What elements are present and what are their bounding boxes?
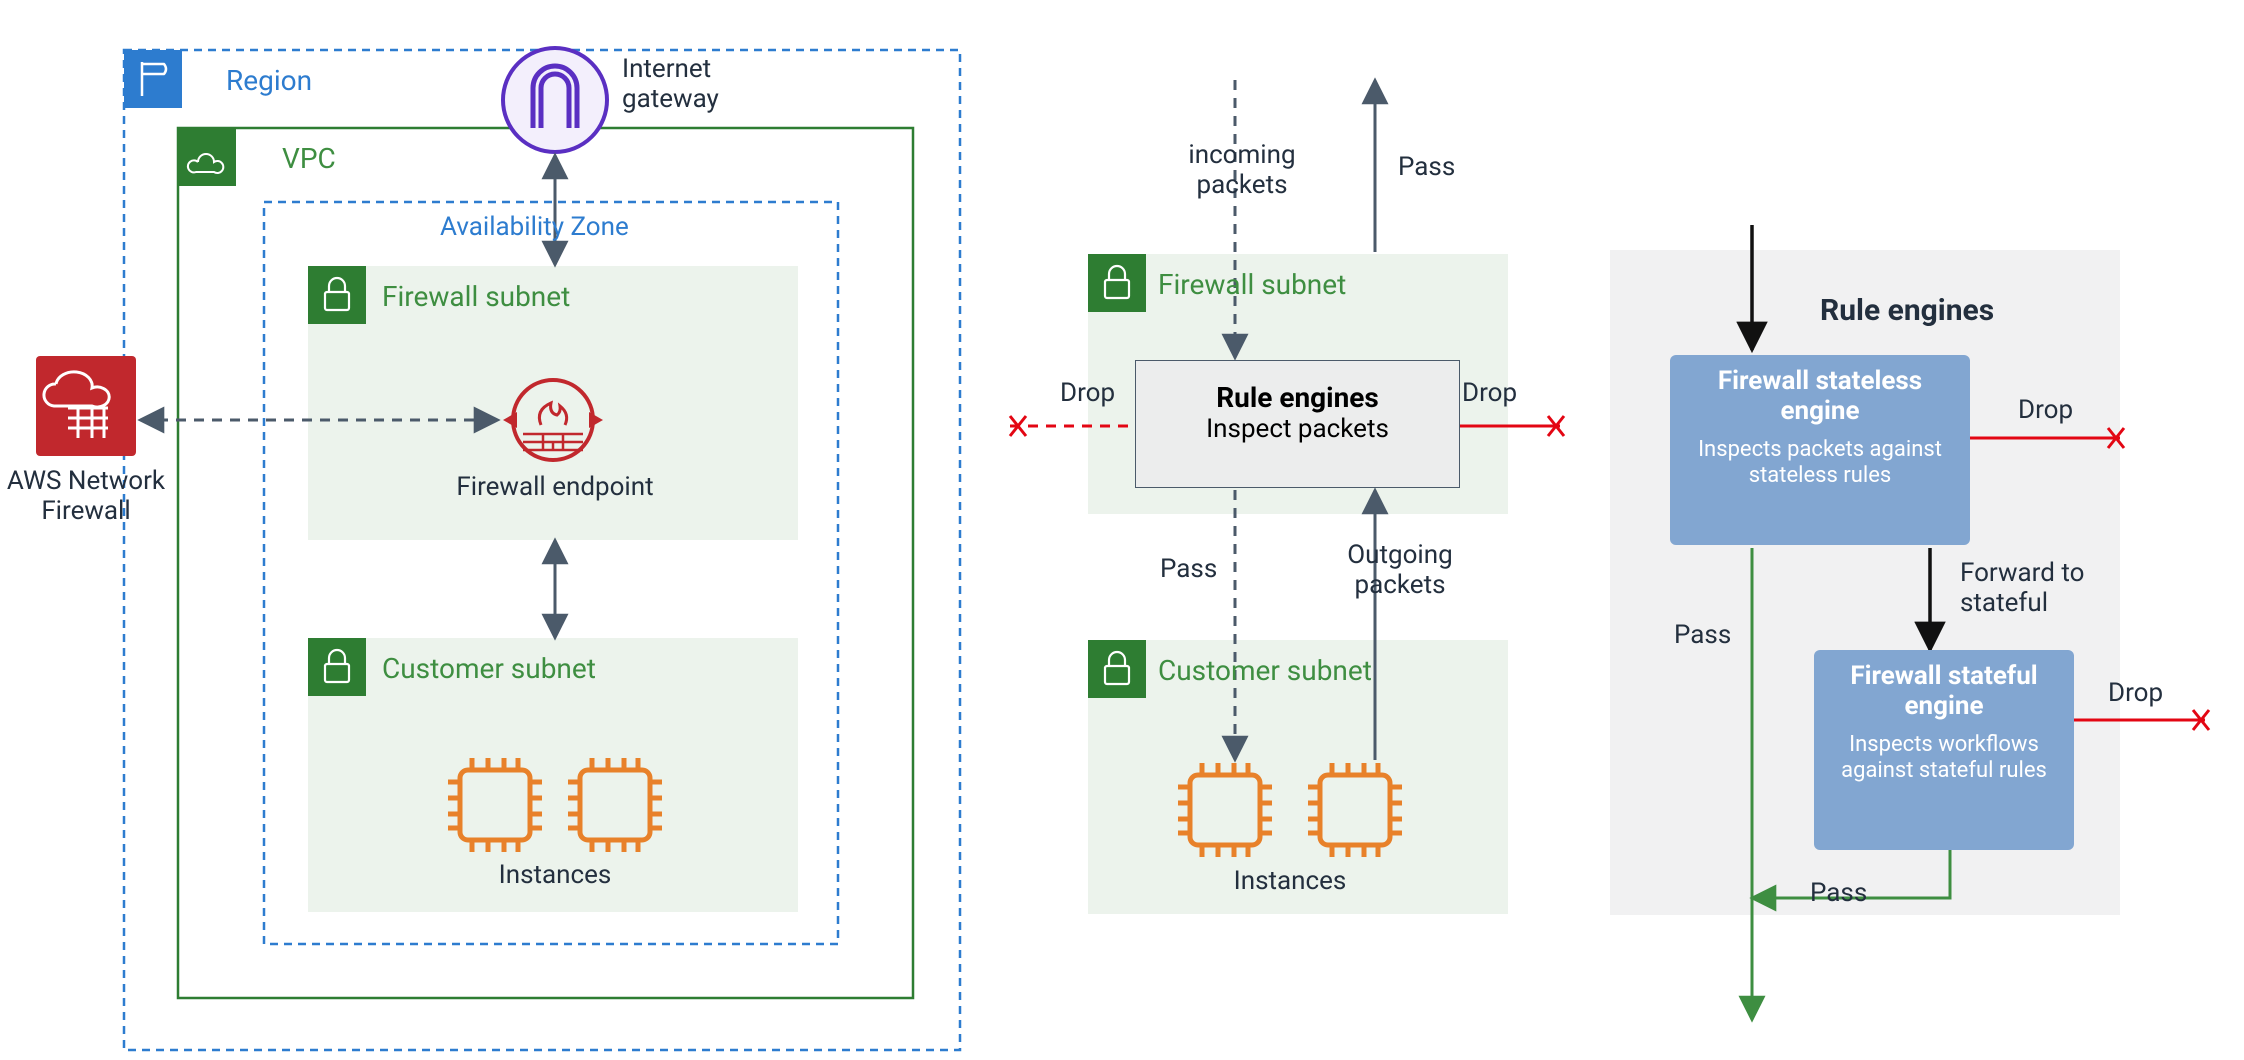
diagram-canvas: Region VPC Availability Zone Internet ga… xyxy=(0,0,2244,1060)
mid-customer-subnet-label: Customer subnet xyxy=(1158,654,1372,687)
drop-left-label: Drop xyxy=(1060,378,1115,408)
customer-subnet-label: Customer subnet xyxy=(382,652,596,685)
instances-label: Instances xyxy=(460,860,650,890)
stateful-engine-sub: Inspects workflows against stateful rule… xyxy=(1824,732,2064,785)
rule-engines-title-right: Rule engines xyxy=(1820,293,1994,328)
rule-engines-title: Rule engines xyxy=(1136,381,1459,414)
pass-stateless-label: Pass xyxy=(1674,620,1731,650)
mid-firewall-subnet-tab xyxy=(1088,254,1146,312)
firewall-subnet-label: Firewall subnet xyxy=(382,280,570,313)
pass-up-label: Pass xyxy=(1398,152,1455,182)
drop-stateless-label: Drop xyxy=(2018,395,2073,425)
outgoing-label: Outgoing packets xyxy=(1320,540,1480,600)
firewall-subnet-tab xyxy=(308,266,366,324)
stateless-engine-sub: Inspects packets against stateless rules xyxy=(1680,437,1960,490)
rule-engines-box: Rule engines Inspect packets xyxy=(1135,360,1460,488)
mid-firewall-subnet-label: Firewall subnet xyxy=(1158,268,1346,301)
vpc-tab xyxy=(178,128,236,186)
mid-instances-label: Instances xyxy=(1195,866,1385,896)
internet-gateway-icon xyxy=(503,48,607,152)
forward-label: Forward to stateful xyxy=(1960,558,2084,618)
drop-stateful-label: Drop xyxy=(2108,678,2163,708)
aws-nf-label: AWS Network Firewall xyxy=(0,466,196,526)
stateful-engine-title: Firewall stateful engine xyxy=(1824,662,2064,722)
stateful-engine-box: Firewall stateful engine Inspects workfl… xyxy=(1814,650,2074,850)
incoming-label: incoming packets xyxy=(1162,140,1322,200)
region-label: Region xyxy=(226,64,312,97)
mid-customer-subnet-tab xyxy=(1088,640,1146,698)
rule-engines-sub: Inspect packets xyxy=(1136,414,1459,444)
region-tab xyxy=(124,50,182,108)
vpc-label: VPC xyxy=(282,142,336,175)
stateless-engine-title: Firewall stateless engine xyxy=(1680,367,1960,427)
stateless-engine-box: Firewall stateless engine Inspects packe… xyxy=(1670,355,1970,545)
customer-subnet-tab xyxy=(308,638,366,696)
firewall-endpoint-label: Firewall endpoint xyxy=(420,472,690,502)
pass-stateful-label: Pass xyxy=(1810,878,1867,908)
drop-right-label: Drop xyxy=(1462,378,1517,408)
az-label: Availability Zone xyxy=(440,212,629,242)
igw-label: Internet gateway xyxy=(622,54,719,114)
pass-down-label: Pass xyxy=(1160,554,1217,584)
